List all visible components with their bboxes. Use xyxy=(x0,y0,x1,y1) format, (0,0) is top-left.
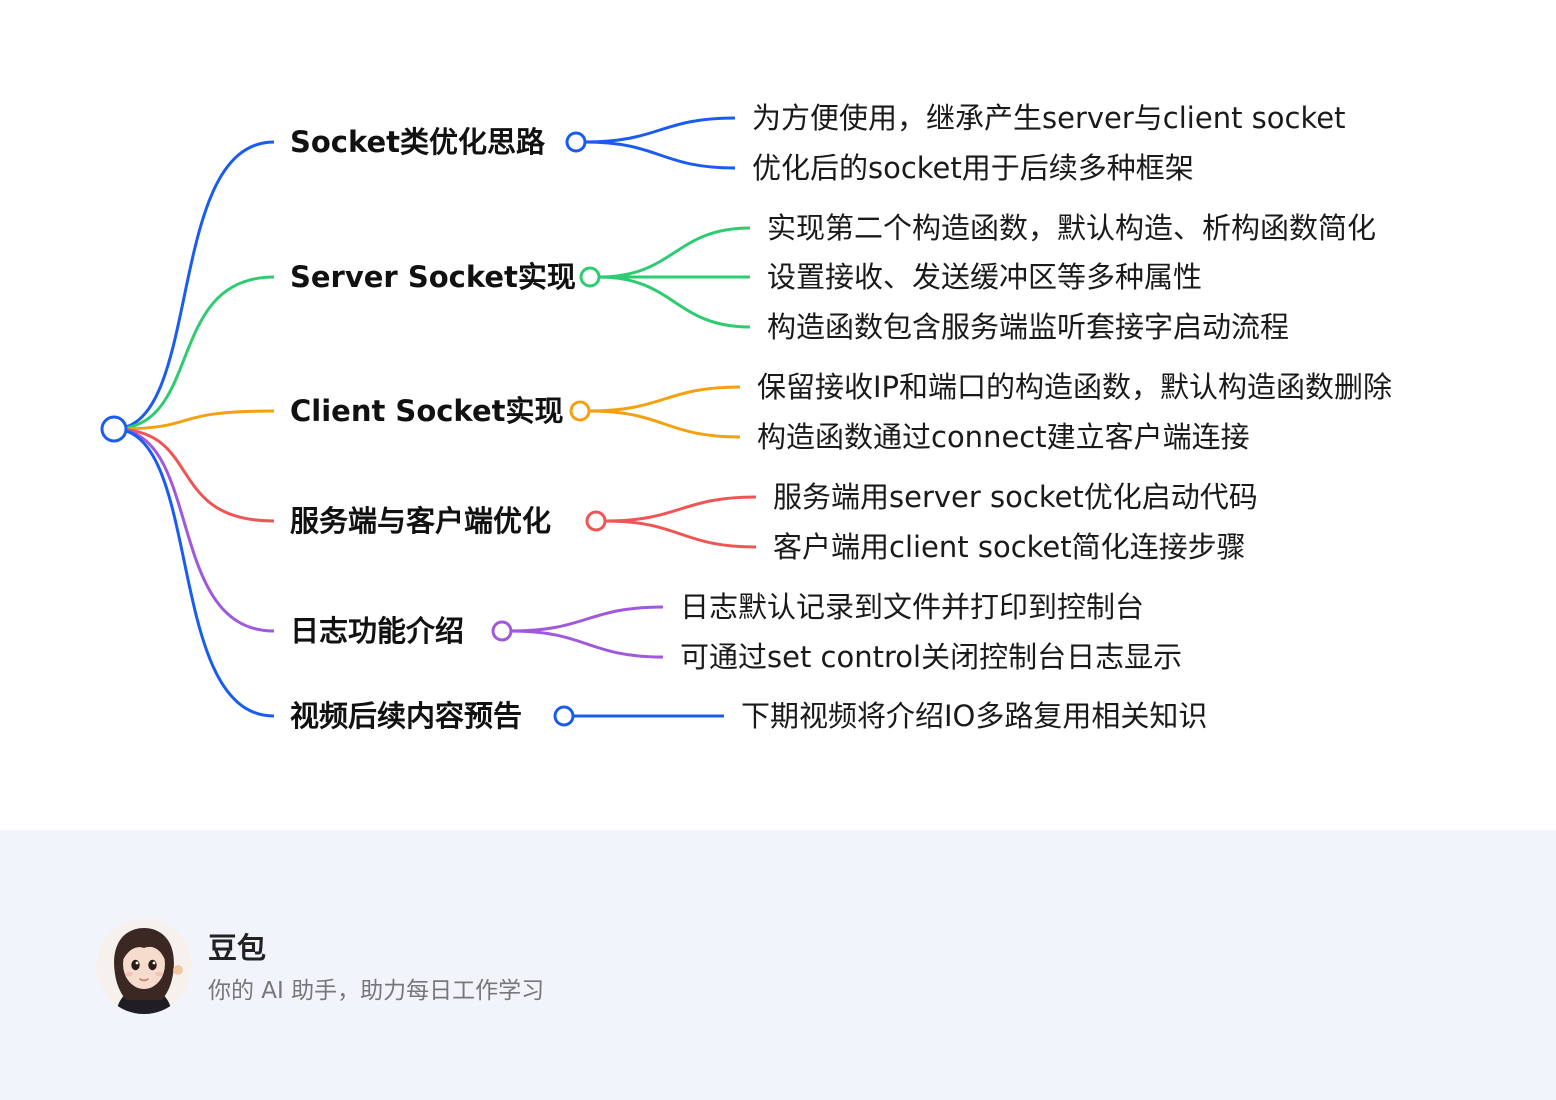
leaf-logging-1: 日志默认记录到文件并打印到控制台 xyxy=(680,590,1145,624)
leaf-server-client-optimization-2: 客户端用client socket简化连接步骤 xyxy=(773,530,1246,564)
leaf-connector-3-0 xyxy=(604,495,757,523)
leaf-socket-optimization-1: 为方便使用，继承产生server与client socket xyxy=(752,101,1346,135)
leaf-server-socket-2: 设置接收、发送缓冲区等多种属性 xyxy=(767,260,1203,294)
leaf-client-socket-1: 保留接收IP和端口的构造函数，默认构造函数删除 xyxy=(757,370,1393,404)
leaf-server-client-optimization-1: 服务端用server socket优化启动代码 xyxy=(773,480,1258,514)
leaf-connector-2-1 xyxy=(588,409,741,439)
leaf-logging-2: 可通过set control关闭控制台日志显示 xyxy=(680,640,1183,674)
brand-name: 豆包 xyxy=(208,931,267,965)
leaf-connector-3-1 xyxy=(604,519,757,549)
branch-node-1[interactable] xyxy=(579,266,601,288)
branch-server-socket: Server Socket实现 xyxy=(290,260,576,294)
branch-server-client-optimization: 服务端与客户端优化 xyxy=(290,504,552,538)
branch-node-2[interactable] xyxy=(569,400,591,422)
branch-node-3[interactable] xyxy=(585,510,607,532)
avatar xyxy=(96,918,192,1014)
branch-socket-optimization: Socket类优化思路 xyxy=(290,125,546,159)
root-node[interactable] xyxy=(100,415,128,443)
leaf-connector-1-2 xyxy=(598,275,751,329)
leaf-socket-optimization-2: 优化后的socket用于后续多种框架 xyxy=(752,151,1194,185)
mindmap-canvas: Socket类优化思路 为方便使用，继承产生server与client sock… xyxy=(0,0,1556,830)
root-connector-0 xyxy=(113,140,275,431)
leaf-next-video-1: 下期视频将介绍IO多路复用相关知识 xyxy=(741,699,1208,733)
leaf-connector-4-0 xyxy=(510,605,664,633)
branch-node-5[interactable] xyxy=(553,705,575,727)
branch-next-video: 视频后续内容预告 xyxy=(290,699,523,733)
branch-node-4[interactable] xyxy=(491,620,513,642)
avatar-illustration xyxy=(96,918,192,1014)
leaf-connector-2-0 xyxy=(588,385,741,413)
leaf-client-socket-2: 构造函数通过connect建立客户端连接 xyxy=(757,420,1250,454)
leaf-connector-0-1 xyxy=(584,140,736,170)
brand-tagline: 你的 AI 助手，助力每日工作学习 xyxy=(208,978,545,1004)
leaf-connector-0-0 xyxy=(584,116,736,144)
leaf-connector-1-0 xyxy=(598,226,751,279)
root-connector-5 xyxy=(113,427,275,718)
leaf-connector-4-1 xyxy=(510,629,664,659)
branch-logging: 日志功能介绍 xyxy=(290,614,465,648)
leaf-server-socket-3: 构造函数包含服务端监听套接字启动流程 xyxy=(767,310,1290,344)
root-connector-3 xyxy=(113,427,275,523)
root-connector-1 xyxy=(113,275,275,431)
leaf-server-socket-1: 实现第二个构造函数，默认构造、析构函数简化 xyxy=(767,211,1377,245)
branch-client-socket: Client Socket实现 xyxy=(290,394,564,428)
branch-node-0[interactable] xyxy=(565,131,587,153)
